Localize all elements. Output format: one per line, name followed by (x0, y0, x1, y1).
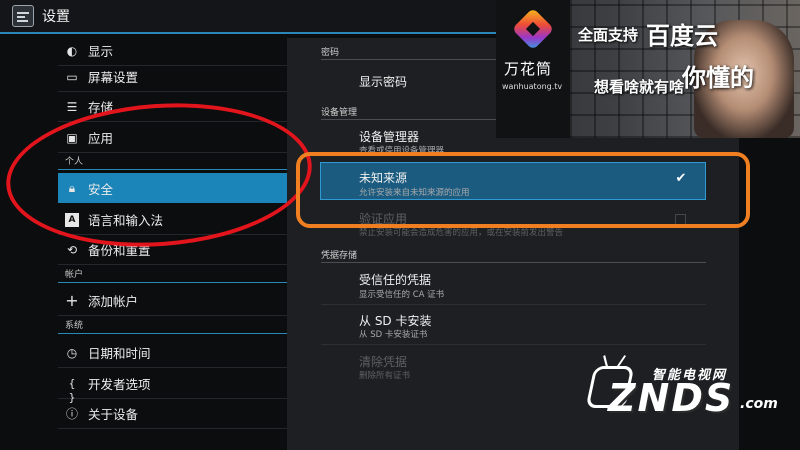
settings-app-icon[interactable] (12, 5, 34, 27)
category-header-credential-storage: 凭据存储 (321, 251, 358, 261)
setting-trusted-credentials-title[interactable]: 受信任的凭据 (359, 271, 431, 288)
watermark-suffix: .com (740, 396, 778, 412)
menu-item-add-account[interactable]: + 添加帐户 (58, 286, 290, 316)
menu-item-label: 关于设备 (88, 407, 139, 422)
info-icon: ⓘ (65, 406, 78, 421)
setting-install-from-sd-title[interactable]: 从 SD 卡安装 (359, 312, 432, 329)
watermark-main-text: ZNDS (608, 376, 735, 420)
divider (321, 304, 706, 305)
divider (321, 262, 706, 263)
brightness-icon: ◐ (66, 43, 78, 58)
menu-item-screen-settings[interactable]: ▭ 屏幕设置 (58, 62, 290, 92)
category-header-password: 密码 (321, 48, 340, 58)
setting-install-from-sd-summary: 从 SD 卡安装证书 (359, 330, 428, 340)
section-header-accounts: 帐户 (58, 269, 290, 283)
ad-brand-url: wanhuatong.tv (502, 82, 563, 91)
setting-clear-credentials-title: 清除凭据 (359, 355, 408, 369)
setting-clear-credentials-summary: 删除所有证书 (359, 371, 411, 381)
ad-line1-big: 百度云 (646, 22, 718, 50)
ad-banner[interactable]: 万花筒 wanhuatong.tv 全面支持 百度云 想看啥就有啥 你懂的 (496, 0, 800, 138)
wanhuatong-logo-icon (511, 7, 555, 51)
menu-item-label: 屏幕设置 (88, 70, 139, 85)
menu-item-about-device[interactable]: ⓘ 关于设备 (58, 399, 290, 429)
setting-trusted-credentials-summary: 显示受信任的 CA 证书 (359, 290, 445, 300)
settings-screen: 设置 ◐ 显示 ▭ 屏幕设置 ☰ 存储 ▣ 应用 个人 🔒︎ 安全 A 语言和输… (0, 0, 800, 450)
ad-line1: 全面支持 (578, 26, 639, 44)
clock-icon: ◷ (66, 345, 78, 360)
ad-line2-big: 你懂的 (682, 64, 754, 92)
menu-item-label: 显示 (88, 44, 114, 59)
monitor-icon: ▭ (66, 69, 78, 84)
annotation-orange-box (296, 152, 750, 228)
window-title: 设置 (42, 9, 70, 25)
storage-icon: ☰ (66, 99, 78, 114)
ad-brand-name: 万花筒 (504, 60, 553, 78)
plus-icon: + (65, 290, 79, 310)
ad-logo-panel: 万花筒 wanhuatong.tv (496, 0, 570, 138)
setting-device-manager-title[interactable]: 设备管理器 (359, 128, 419, 145)
backup-restore-icon: ⟲ (66, 242, 78, 257)
divider (321, 344, 706, 345)
section-header-system: 系统 (58, 320, 290, 334)
category-header-device-admin: 设备管理 (321, 108, 358, 118)
ad-line2: 想看啥就有啥 (594, 78, 685, 96)
menu-item-date-time[interactable]: ◷ 日期和时间 (58, 338, 290, 368)
menu-item-label: 日期和时间 (88, 346, 151, 361)
menu-item-developer-options[interactable]: { } 开发者选项 (58, 369, 290, 404)
menu-item-label: 添加帐户 (88, 294, 139, 309)
setting-show-password[interactable]: 显示密码 (359, 73, 407, 90)
braces-icon: { } (68, 376, 76, 404)
menu-item-label: 开发者选项 (88, 377, 151, 392)
znds-watermark: 智能电视网 ZNDS .com (585, 352, 800, 450)
